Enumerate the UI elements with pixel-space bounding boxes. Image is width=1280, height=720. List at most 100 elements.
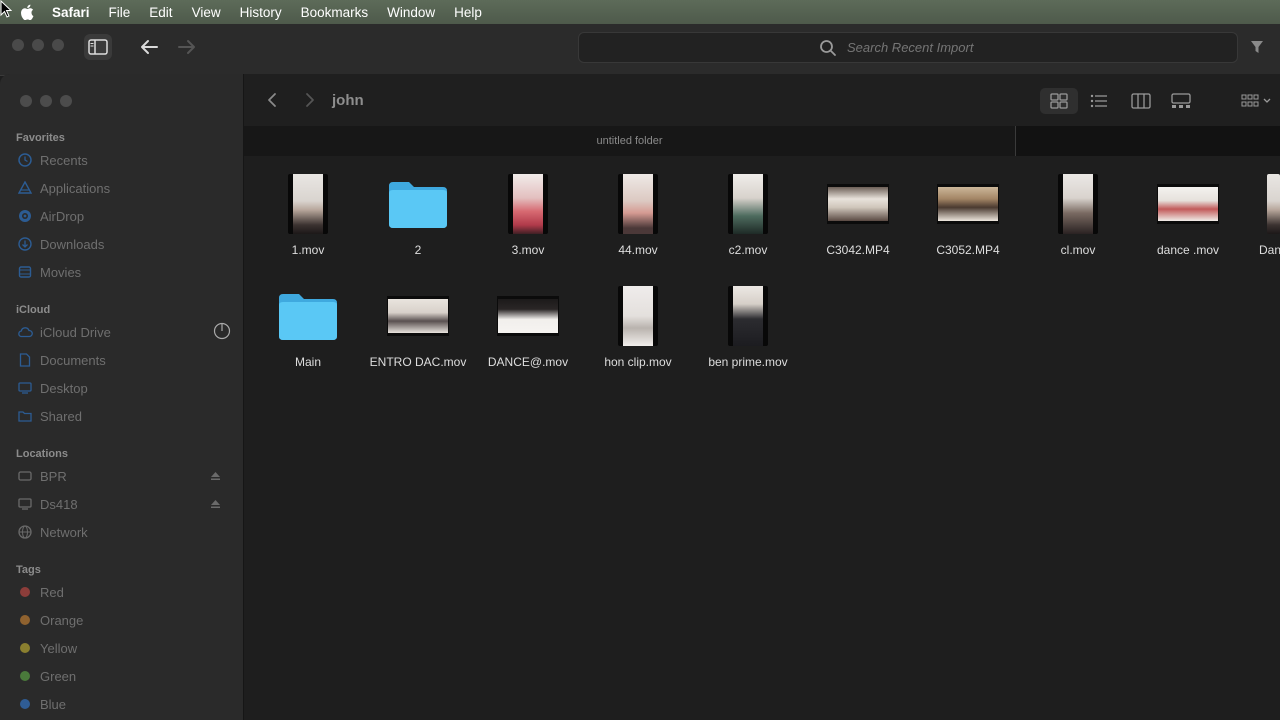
file-item[interactable]: c2.mov — [693, 170, 803, 274]
sidebar-tag-red[interactable]: Red — [16, 581, 231, 603]
tab-untitled-folder[interactable]: untitled folder — [244, 126, 1016, 156]
chevron-left-icon — [268, 93, 276, 107]
file-item[interactable]: Dan — [1243, 170, 1280, 274]
sidebar-tag-yellow[interactable]: Yellow — [16, 637, 231, 659]
close-button[interactable] — [20, 95, 32, 107]
sidebar-item-applications[interactable]: Applications — [16, 177, 231, 199]
search-field[interactable] — [578, 32, 1238, 63]
file-item[interactable]: DANCE@.mov — [473, 282, 583, 386]
sidebar-item-label: Orange — [40, 612, 84, 628]
sidebar-toggle-button[interactable] — [84, 34, 112, 60]
sidebar-icon — [88, 39, 108, 55]
grid-icon — [1050, 93, 1068, 109]
file-item[interactable]: 1.mov — [253, 170, 363, 274]
sidebar-item-network[interactable]: Network — [16, 521, 231, 543]
sidebar-item-recents[interactable]: Recents — [16, 149, 231, 171]
list-view-button[interactable] — [1080, 88, 1118, 114]
menu-history[interactable]: History — [240, 5, 282, 20]
minimize-button[interactable] — [40, 95, 52, 107]
eject-icon[interactable] — [210, 469, 221, 484]
filter-icon[interactable] — [1250, 40, 1264, 59]
file-name: Dan — [1259, 243, 1280, 257]
menu-window[interactable]: Window — [387, 5, 435, 20]
sidebar-item-desktop[interactable]: Desktop — [16, 377, 231, 399]
finder-sidebar: Favorites Recents Applications AirDrop D… — [0, 74, 244, 720]
sidebar-tag-blue[interactable]: Blue — [16, 693, 231, 715]
menu-app-name[interactable]: Safari — [52, 5, 90, 20]
sidebar-item-label: iCloud Drive — [40, 324, 111, 340]
file-item[interactable]: ben prime.mov — [693, 282, 803, 386]
bg-zoom-button[interactable] — [52, 39, 64, 51]
sidebar-tag-green[interactable]: Green — [16, 665, 231, 687]
video-thumbnail — [937, 184, 999, 224]
menu-edit[interactable]: Edit — [149, 5, 172, 20]
forward-button[interactable] — [300, 90, 320, 110]
applications-icon — [16, 179, 34, 197]
sidebar-item-label: Movies — [40, 264, 82, 280]
file-item[interactable]: dance .mov — [1133, 170, 1243, 274]
folder-icon — [389, 182, 447, 228]
tag-dot-red — [20, 587, 30, 597]
file-item[interactable]: C3042.MP4 — [803, 170, 913, 274]
video-thumbnail — [288, 174, 328, 234]
icloud-header: iCloud — [16, 304, 51, 316]
sidebar-item-label: Downloads — [40, 236, 105, 252]
file-name: DANCE@.mov — [487, 355, 569, 369]
sidebar-item-downloads[interactable]: Downloads — [16, 233, 231, 255]
tag-dot-green — [20, 671, 30, 681]
sidebar-item-airdrop[interactable]: AirDrop — [16, 205, 231, 227]
group-by-button[interactable] — [1234, 88, 1280, 114]
zoom-button[interactable] — [60, 95, 72, 107]
sidebar-item-shared[interactable]: Shared — [16, 405, 231, 427]
locations-header: Locations — [16, 448, 68, 460]
video-thumbnail — [618, 286, 658, 346]
bg-back-button[interactable] — [136, 36, 162, 58]
sidebar-item-label: Network — [40, 524, 88, 540]
sidebar-item-label: Recents — [40, 152, 88, 168]
menu-view[interactable]: View — [192, 5, 221, 20]
video-thumbnail — [1157, 184, 1219, 224]
video-thumbnail — [728, 174, 768, 234]
file-item[interactable]: 3.mov — [473, 170, 583, 274]
eject-icon[interactable] — [210, 497, 221, 512]
menu-file[interactable]: File — [109, 5, 131, 20]
menu-bookmarks[interactable]: Bookmarks — [301, 5, 369, 20]
file-item[interactable]: C3052.MP4 — [913, 170, 1023, 274]
back-button[interactable] — [262, 90, 282, 110]
file-item[interactable]: hon clip.mov — [583, 282, 693, 386]
file-item[interactable]: cl.mov — [1023, 170, 1133, 274]
sidebar-item-label: Blue — [40, 696, 67, 712]
download-icon — [16, 235, 34, 253]
airdrop-icon — [16, 207, 34, 225]
sidebar-item-ds418[interactable]: Ds418 — [16, 493, 231, 515]
video-thumbnail — [728, 286, 768, 346]
gallery-view-button[interactable] — [1162, 88, 1200, 114]
sidebar-tag-orange[interactable]: Orange — [16, 609, 231, 631]
list-icon — [1090, 94, 1107, 108]
sidebar-item-documents[interactable]: Documents — [16, 349, 231, 371]
bg-minimize-button[interactable] — [32, 39, 44, 51]
file-name: ENTRO DAC.mov — [369, 355, 467, 369]
menu-bar: Safari File Edit View History Bookmarks … — [0, 0, 1280, 24]
bg-forward-button[interactable] — [174, 36, 200, 58]
sidebar-item-movies[interactable]: Movies — [16, 261, 231, 283]
sidebar-item-bpr[interactable]: BPR — [16, 465, 231, 487]
menu-help[interactable]: Help — [454, 5, 482, 20]
tab-bar: untitled folder — [244, 126, 1280, 156]
apple-logo-icon[interactable] — [20, 0, 38, 24]
file-name: 44.mov — [618, 243, 658, 257]
tag-dot-orange — [20, 615, 30, 625]
file-name: Main — [294, 355, 321, 369]
sidebar-item-icloud-drive[interactable]: iCloud Drive — [16, 321, 231, 343]
video-thumbnail — [827, 184, 889, 224]
sidebar-item-label: Yellow — [40, 640, 78, 656]
bg-close-button[interactable] — [12, 39, 24, 51]
folder-item[interactable]: Main — [253, 282, 363, 386]
file-item[interactable]: 44.mov — [583, 170, 693, 274]
folder-title: john — [332, 92, 364, 109]
file-item[interactable]: ENTRO DAC.mov — [363, 282, 473, 386]
search-input[interactable] — [847, 40, 997, 55]
folder-item[interactable]: 2 — [363, 170, 473, 274]
icon-view-button[interactable] — [1040, 88, 1078, 114]
column-view-button[interactable] — [1122, 88, 1160, 114]
